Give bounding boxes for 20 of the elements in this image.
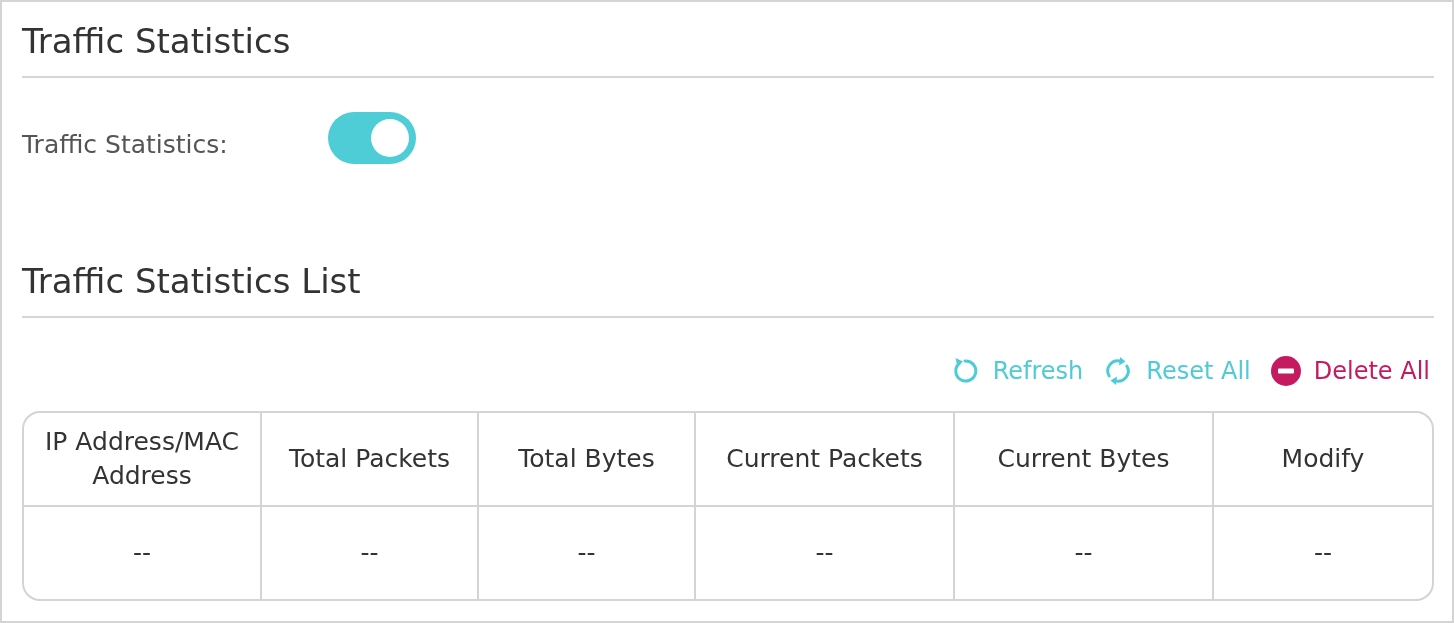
table-cell: --	[24, 505, 262, 599]
table-cell: --	[262, 505, 479, 599]
table-cell: --	[1214, 505, 1432, 599]
table-cell: --	[479, 505, 696, 599]
column-header: Modify	[1280, 443, 1366, 475]
column-header: IP Address/MAC Address	[24, 413, 262, 505]
minus-circle-icon	[1270, 356, 1301, 386]
table-cell: --	[955, 505, 1214, 599]
setting-label: Traffic Statistics:	[22, 129, 229, 159]
refresh-link[interactable]: Refresh	[949, 355, 1084, 387]
section-title: Traffic Statistics List	[22, 261, 362, 301]
table-cell: --	[696, 505, 955, 599]
column-header: Current Bytes	[955, 413, 1214, 505]
delete-all-link[interactable]: Delete All	[1270, 355, 1430, 387]
reset-all-link[interactable]: Reset All	[1103, 355, 1251, 387]
section-title: Traffic Statistics	[22, 21, 292, 61]
column-header: Total Bytes	[479, 413, 696, 505]
toggle-switch[interactable]	[328, 112, 416, 164]
column-header: Total Packets	[262, 413, 479, 505]
column-header: Current Packets	[696, 413, 955, 505]
